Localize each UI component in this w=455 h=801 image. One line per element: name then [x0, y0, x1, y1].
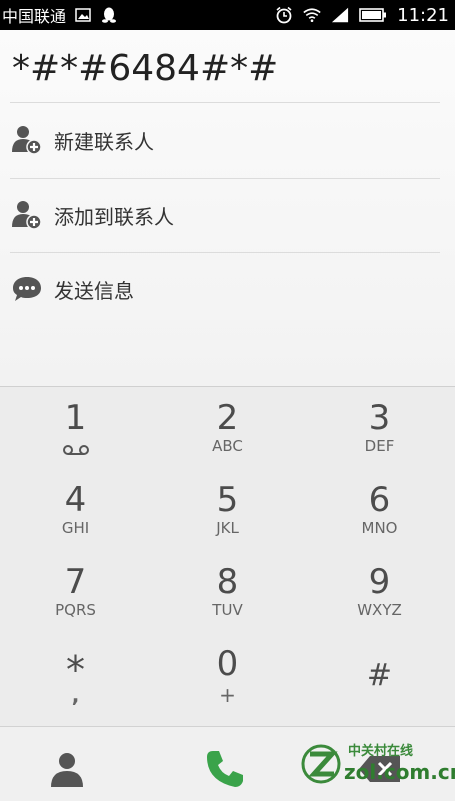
battery-icon	[359, 6, 387, 24]
key-digit: 1	[64, 398, 87, 438]
divider	[10, 102, 440, 103]
key-letters: GHI	[61, 519, 90, 537]
key-letters: WXYZ	[357, 601, 402, 619]
key-digit: 9	[368, 562, 391, 602]
send-message-label: 发送信息	[54, 278, 134, 303]
zol-logo-icon	[300, 742, 342, 790]
status-bar: 中国联通 11:21	[0, 0, 455, 30]
key-pound[interactable]: #	[304, 633, 455, 715]
key-letters: DEF	[364, 437, 395, 455]
key-4[interactable]: 4 GHI	[0, 469, 151, 551]
key-star[interactable]: * ,	[0, 633, 151, 715]
key-letters: PQRS	[55, 601, 96, 619]
key-9[interactable]: 9 WXYZ	[304, 551, 455, 633]
key-0[interactable]: 0 +	[152, 633, 303, 715]
key-3[interactable]: 3 DEF	[304, 387, 455, 469]
key-digit: #	[366, 658, 393, 693]
key-7[interactable]: 7 PQRS	[0, 551, 151, 633]
key-2[interactable]: 2 ABC	[152, 387, 303, 469]
key-8[interactable]: 8 TUV	[152, 551, 303, 633]
key-digit: 0	[216, 644, 239, 684]
key-letters: ABC	[212, 437, 243, 455]
watermark-title: 中关村在线	[348, 744, 414, 759]
dialed-number-field[interactable]: *#*#6484#*#	[12, 48, 278, 89]
watermark: 中关村在线 zol.com.cn	[300, 740, 455, 792]
key-letters: JKL	[216, 519, 239, 537]
key-digit: 4	[64, 480, 87, 520]
wifi-icon	[303, 6, 321, 24]
image-icon	[74, 6, 92, 24]
key-letters: MNO	[361, 519, 398, 537]
add-to-contact-icon	[10, 198, 44, 232]
key-letters: ,	[71, 683, 80, 707]
add-to-contact-label: 添加到联系人	[54, 204, 174, 229]
carrier-name: 中国联通	[2, 7, 67, 26]
key-digit: 8	[216, 562, 239, 602]
key-letters: TUV	[212, 601, 243, 619]
key-digit: 7	[64, 562, 87, 602]
watermark-url: zol.com.cn	[344, 760, 455, 784]
alarm-icon	[275, 6, 293, 24]
person-icon	[47, 749, 87, 793]
qq-icon	[100, 6, 118, 24]
key-digit: 3	[368, 398, 391, 438]
message-icon	[10, 272, 44, 306]
key-digit: 5	[216, 480, 239, 520]
key-6[interactable]: 6 MNO	[304, 469, 455, 551]
new-contact-label: 新建联系人	[54, 129, 154, 154]
key-digit: 2	[216, 398, 239, 438]
clock-time: 11:21	[397, 4, 449, 26]
key-letters: +	[219, 683, 236, 707]
add-to-contact-action[interactable]: 添加到联系人	[10, 179, 440, 251]
signal-icon	[331, 6, 349, 24]
dial-keypad: 1 2 ABC 3 DEF 4 GHI 5 JKL 6 MNO 7 PQRS 8…	[0, 386, 455, 727]
voicemail-icon	[62, 441, 90, 460]
key-5[interactable]: 5 JKL	[152, 469, 303, 551]
key-1[interactable]: 1	[0, 387, 151, 469]
add-contact-icon	[10, 123, 44, 157]
contacts-button[interactable]	[27, 741, 107, 801]
call-button[interactable]	[185, 741, 265, 801]
send-message-action[interactable]: 发送信息	[10, 253, 440, 325]
new-contact-action[interactable]: 新建联系人	[10, 104, 440, 176]
dialer-top-area: *#*#6484#*# 新建联系人 添加到联系人 发送信息	[0, 30, 455, 386]
phone-icon	[203, 747, 247, 795]
key-digit: 6	[368, 480, 391, 520]
